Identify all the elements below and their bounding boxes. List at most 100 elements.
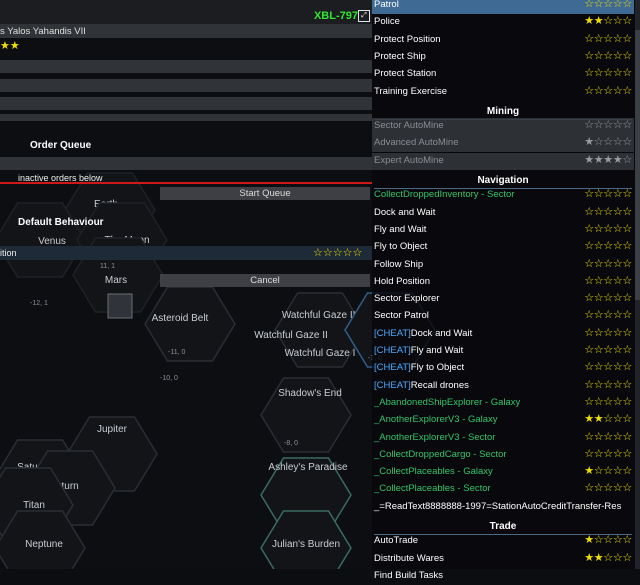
behaviour-label-text: Find Build Tasks <box>374 569 443 581</box>
cheat-prefix: [CHEAT] <box>374 379 411 391</box>
rating-stars: ☆☆☆☆☆ <box>584 84 632 97</box>
rating-stars: ☆☆☆☆☆ <box>584 67 632 80</box>
behaviour-label-text: Dock and Wait <box>374 206 436 218</box>
behaviour-list-item[interactable]: [CHEAT]Dock and Wait ☆☆☆☆☆ <box>372 326 634 343</box>
behaviour-list-item[interactable]: _AnotherExplorerV3 - Galaxy ★★☆☆☆ <box>372 412 634 429</box>
behaviour-list-item[interactable]: Advanced AutoMine ★☆☆☆☆ <box>372 135 634 153</box>
behaviour-list-item[interactable]: _=ReadText8888888-1997=StationAutoCredit… <box>372 499 634 516</box>
behaviour-label-text: _CollectDroppedCargo - Sector <box>374 448 507 460</box>
scrollbar-thumb[interactable] <box>635 30 640 300</box>
rating-stars: ☆☆☆☆☆ <box>584 0 632 10</box>
expand-icon[interactable]: ⤢ <box>358 10 370 22</box>
rating-stars: ☆☆☆☆☆ <box>584 430 632 443</box>
behaviour-list-item[interactable]: _CollectPlaceables - Galaxy ★☆☆☆☆ <box>372 464 634 481</box>
rating-stars: ★★☆☆☆ <box>584 15 632 28</box>
rating-stars: ☆☆☆☆☆ <box>584 32 632 45</box>
behaviour-list-item[interactable]: Protect Ship ☆☆☆☆☆ <box>372 49 634 66</box>
behaviour-list-item[interactable]: Distribute Wares ★★☆☆☆ <box>372 551 634 568</box>
rating-stars: ☆☆☆☆☆ <box>584 309 632 322</box>
behaviour-label: Distribute Wares <box>374 553 444 564</box>
behaviour-list-item[interactable]: _CollectDroppedCargo - Sector ☆☆☆☆☆ <box>372 447 634 464</box>
behaviour-label-text: Sector AutoMine <box>374 120 444 132</box>
behaviour-label-text: Fly to Object <box>374 241 428 253</box>
behaviour-label-text: Sector Explorer <box>374 293 440 305</box>
cancel-button[interactable]: Cancel <box>160 274 370 287</box>
behaviour-list-item[interactable]: Fly to Object ☆☆☆☆☆ <box>372 239 634 256</box>
behaviour-label-text: CollectDroppedInventory - Sector <box>374 189 515 201</box>
behaviour-list-item[interactable]: Find Build Tasks <box>372 568 634 585</box>
behaviour-label: _AnotherExplorerV3 - Galaxy <box>374 414 498 425</box>
behaviour-label-text: Sector Patrol <box>374 310 429 322</box>
behaviour-label: [CHEAT]Fly and Wait <box>374 345 463 356</box>
behaviour-list-item[interactable]: Training Exercise ☆☆☆☆☆ <box>372 84 634 101</box>
behaviour-label-text: Police <box>374 16 400 28</box>
behaviour-list-item[interactable]: AutoTrade ★☆☆☆☆ <box>372 533 634 550</box>
rating-stars: ★☆☆☆☆ <box>584 136 632 149</box>
behaviour-list-item[interactable]: Hold Position ☆☆☆☆☆ <box>372 274 634 291</box>
rating-stars: ☆☆☆☆☆ <box>584 344 632 356</box>
behaviour-list-item[interactable]: Sector AutoMine ☆☆☆☆☆ <box>372 118 634 136</box>
behaviour-list-item[interactable]: Protect Station ☆☆☆☆☆ <box>372 66 634 83</box>
behaviour-label-text: AutoTrade <box>374 535 419 547</box>
sector-name-label: Titan <box>23 500 45 511</box>
behaviour-label: Advanced AutoMine <box>374 137 459 148</box>
behaviour-label: [CHEAT]Fly to Object <box>374 362 464 373</box>
sector-name-label: Watchful Gaze II <box>254 330 328 341</box>
behaviour-label-text: _CollectPlaceables - Sector <box>374 483 491 495</box>
queue-divider <box>0 182 372 184</box>
behaviour-list-item[interactable]: Dock and Wait ☆☆☆☆☆ <box>372 205 634 222</box>
rating-stars: ★★☆☆☆ <box>584 413 632 426</box>
panel-row[interactable] <box>0 79 372 92</box>
behaviour-list-item[interactable]: Fly and Wait ☆☆☆☆☆ <box>372 222 634 239</box>
rating-stars: ★☆☆☆☆ <box>584 534 632 547</box>
behaviour-list-item[interactable]: _CollectPlaceables - Sector ☆☆☆☆☆ <box>372 481 634 498</box>
rating-stars: ☆☆☆☆☆ <box>584 447 632 460</box>
behaviour-label-text: Dock and Wait <box>410 327 473 339</box>
behaviour-label: _CollectPlaceables - Sector <box>374 483 491 494</box>
panel-row[interactable] <box>0 97 372 110</box>
behaviour-list-panel: Patrol ☆☆☆☆☆ Police ★★☆☆☆ Protect Position ☆☆… <box>372 0 640 581</box>
behaviour-label-text: _AbandonedShipExplorer - Galaxy <box>374 396 521 408</box>
rating-stars: ☆☆☆☆☆ <box>584 326 632 339</box>
behaviour-label: Patrol <box>374 0 399 10</box>
scrollbar[interactable] <box>635 0 640 569</box>
behaviour-list-item[interactable]: CollectDroppedInventory - Sector ☆☆☆☆☆ <box>372 187 634 204</box>
sector-coord-label: -12, 1 <box>30 300 48 307</box>
rating-stars: ☆☆☆☆☆ <box>584 378 632 391</box>
behaviour-list-item[interactable]: Protect Position ☆☆☆☆☆ <box>372 32 634 49</box>
rating-stars: ☆☆☆☆☆ <box>584 292 632 305</box>
start-queue-button[interactable]: Start Queue <box>160 187 370 200</box>
behaviour-list-item[interactable]: [CHEAT]Fly to Object ☆☆☆☆☆ <box>372 360 634 377</box>
behaviour-list-item[interactable]: Police ★★☆☆☆ <box>372 14 634 31</box>
behaviour-list-item[interactable]: Sector Patrol ☆☆☆☆☆ <box>372 308 634 325</box>
behaviour-label: Sector Patrol <box>374 310 429 321</box>
behaviour-list-item[interactable]: Expert AutoMine ★★★★☆ <box>372 152 634 170</box>
behaviour-label: CollectDroppedInventory - Sector <box>374 189 514 200</box>
behaviour-list-item[interactable]: _AbandonedShipExplorer - Galaxy ☆☆☆☆☆ <box>372 395 634 412</box>
behaviour-label-text: Follow Ship <box>374 258 424 270</box>
behaviour-list-item[interactable]: [CHEAT]Fly and Wait ☆☆☆☆☆ <box>372 343 634 360</box>
rating-stars: ☆☆☆☆☆ <box>584 257 632 270</box>
rating-stars: ☆☆☆☆☆ <box>584 205 632 218</box>
behaviour-list-item[interactable]: Sector Explorer ☆☆☆☆☆ <box>372 291 634 308</box>
behaviour-label: Protect Position <box>374 34 441 45</box>
ship-id: XBL-797 <box>313 10 358 22</box>
behaviour-label-text: Fly and Wait <box>374 223 427 235</box>
category-header-label: Navigation <box>477 175 529 186</box>
behaviour-label-text: Distribute Wares <box>374 552 444 564</box>
rating-stars: ☆☆☆☆☆ <box>584 361 632 374</box>
rating-stars: ☆☆☆☆☆ <box>584 482 632 495</box>
sector-name-label: Julian's Burden <box>272 539 340 550</box>
category-header-label: Trade <box>489 521 517 532</box>
panel-row[interactable] <box>0 60 372 73</box>
behaviour-label-text: Expert AutoMine <box>374 154 444 166</box>
behaviour-list-item[interactable]: Patrol ☆☆☆☆☆ <box>372 0 634 14</box>
sector-name-label: Ashley's Paradise <box>268 462 348 473</box>
behaviour-label-text: Training Exercise <box>374 85 448 97</box>
behaviour-label: Dock and Wait <box>374 207 435 218</box>
behaviour-label: Sector AutoMine <box>374 120 444 131</box>
behaviour-list-item[interactable]: Follow Ship ☆☆☆☆☆ <box>372 257 634 274</box>
behaviour-label-text: Protect Ship <box>374 50 426 62</box>
behaviour-list-item[interactable]: _AnotherExplorerV3 - Sector ☆☆☆☆☆ <box>372 430 634 447</box>
behaviour-list-item[interactable]: [CHEAT]Recall drones ☆☆☆☆☆ <box>372 378 634 395</box>
